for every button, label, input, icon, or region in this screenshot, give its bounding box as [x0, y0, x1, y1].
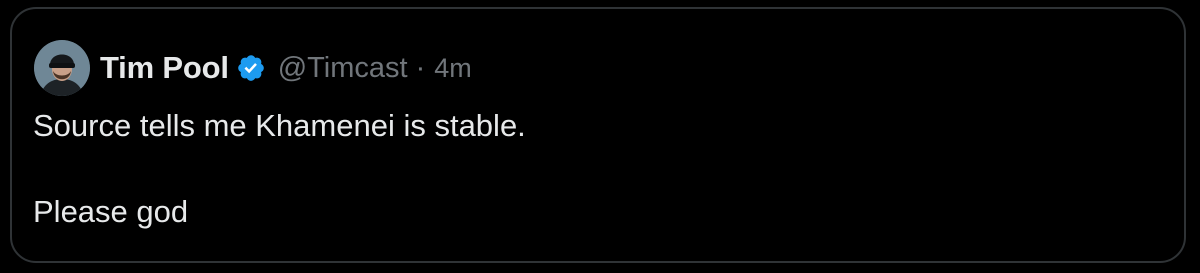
separator-dot: ·: [415, 51, 426, 84]
tweet-text-line-2: Please god: [33, 194, 189, 229]
verified-badge-icon: [236, 53, 266, 83]
avatar[interactable]: [34, 40, 90, 96]
tweet-header: Tim Pool @Timcast · 4m: [34, 39, 472, 97]
tweet-timestamp[interactable]: 4m: [434, 53, 472, 84]
author-display-name[interactable]: Tim Pool: [100, 50, 229, 86]
tweet-card[interactable]: Tim Pool @Timcast · 4m Source tells me K…: [10, 7, 1186, 263]
author-handle[interactable]: @Timcast: [278, 52, 408, 85]
tweet-text-line-1: Source tells me Khamenei is stable.: [33, 108, 526, 143]
tweet-text: Source tells me Khamenei is stable. Plea…: [33, 104, 1133, 233]
